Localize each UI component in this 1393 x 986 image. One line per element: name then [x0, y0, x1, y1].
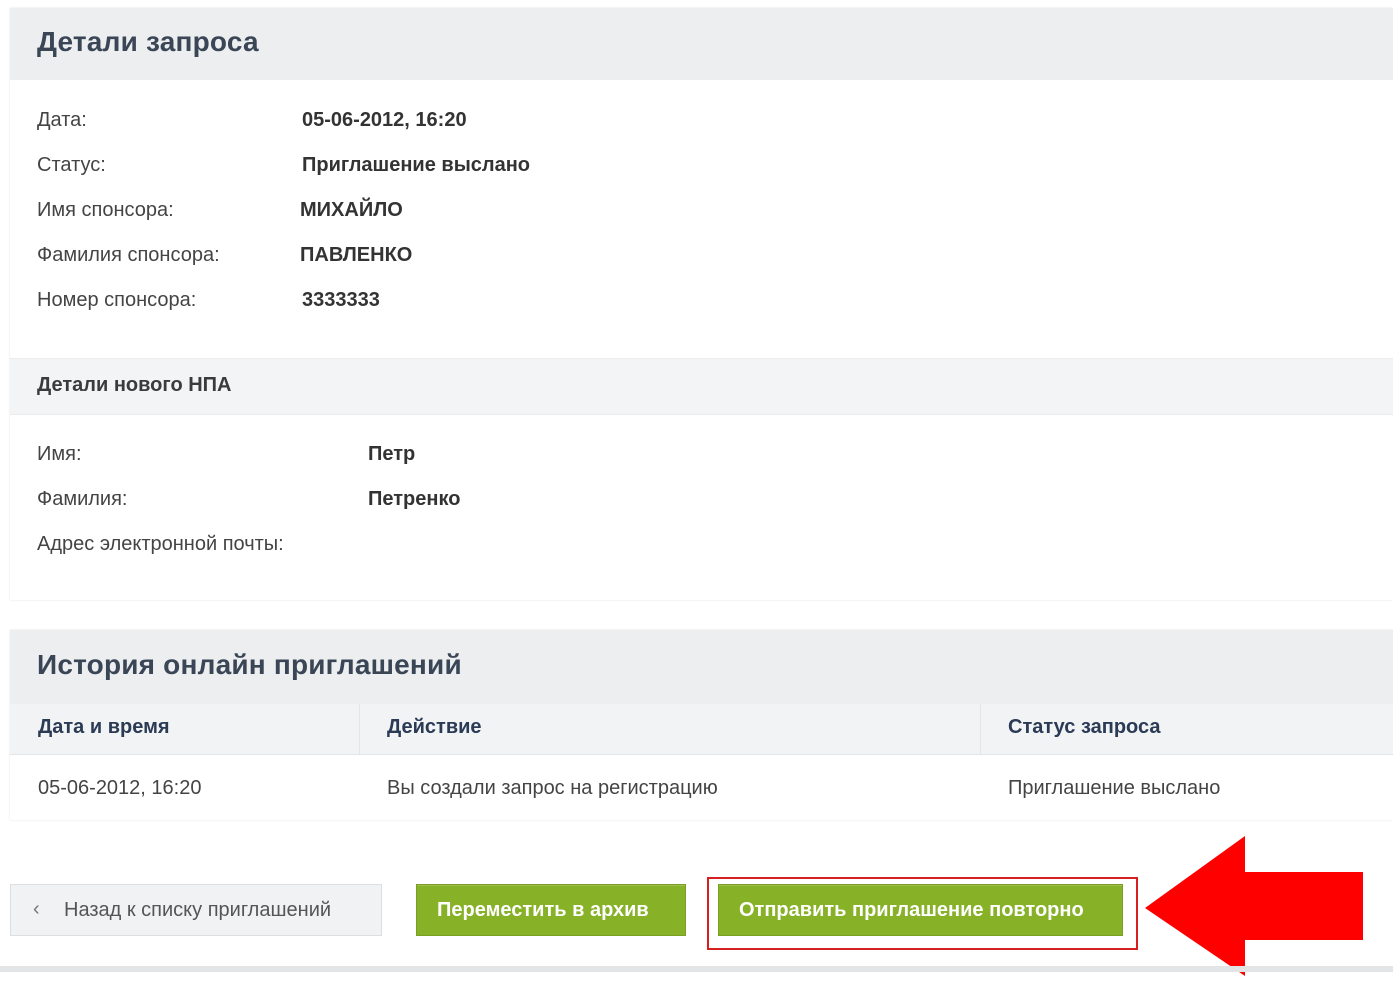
date-value: 05-06-2012, 16:20 — [302, 109, 467, 131]
request-details-panel: Детали запроса Дата: 05-06-2012, 16:20 С… — [10, 8, 1393, 600]
new-npa-title: Детали нового НПА — [37, 374, 232, 396]
history-header: История онлайн приглашений — [10, 630, 1393, 704]
arrow-left-icon — [1145, 836, 1363, 976]
date-label: Дата: — [37, 109, 87, 131]
column-header-request-status[interactable]: Статус запроса — [1008, 716, 1161, 739]
invitation-history-panel: История онлайн приглашений Дата и время … — [10, 630, 1393, 820]
history-title: История онлайн приглашений — [37, 649, 462, 680]
cell-action: Вы создали запрос на регистрацию — [387, 777, 718, 799]
sponsor-number-value: 3333333 — [302, 289, 380, 311]
npa-last-name-label: Фамилия: — [37, 488, 128, 510]
sponsor-first-name-label: Имя спонсора: — [37, 199, 174, 221]
column-header-datetime[interactable]: Дата и время — [38, 716, 170, 739]
status-label: Статус: — [37, 154, 106, 176]
npa-first-name-label: Имя: — [37, 443, 82, 465]
history-table-header: Дата и время Действие Статус запроса — [10, 704, 1393, 755]
cell-datetime: 05-06-2012, 16:20 — [38, 777, 202, 799]
status-value: Приглашение выслано — [302, 154, 531, 176]
column-divider — [980, 704, 981, 754]
sponsor-first-name-value: МИХАЙЛО — [300, 199, 403, 221]
request-details-title: Детали запроса — [37, 26, 259, 57]
new-npa-subheader: Детали нового НПА — [10, 358, 1393, 415]
archive-button-label: Переместить в архив — [437, 899, 649, 921]
sponsor-last-name-value: ПАВЛЕНКО — [300, 244, 413, 266]
sponsor-last-name-label: Фамилия спонсора: — [37, 244, 220, 266]
resend-invitation-button[interactable]: Отправить приглашение повторно — [718, 884, 1123, 936]
npa-first-name-value: Петр — [368, 443, 416, 465]
back-button-label: Назад к списку приглашений — [64, 899, 332, 921]
sponsor-number-label: Номер спонсора: — [37, 289, 197, 311]
chevron-left-icon: ‹ — [33, 898, 40, 920]
npa-last-name-value: Петренко — [368, 488, 461, 510]
move-to-archive-button[interactable]: Переместить в архив — [416, 884, 686, 936]
request-details-header: Детали запроса — [10, 8, 1393, 80]
resend-button-label: Отправить приглашение повторно — [739, 899, 1084, 921]
cell-request-status: Приглашение выслано — [1008, 777, 1221, 799]
column-header-action[interactable]: Действие — [387, 716, 482, 739]
bottom-divider — [0, 966, 1393, 972]
back-to-invitations-button[interactable]: ‹ Назад к списку приглашений — [10, 884, 382, 936]
column-divider — [359, 704, 360, 754]
npa-email-label: Адрес электронной почты: — [37, 533, 284, 555]
